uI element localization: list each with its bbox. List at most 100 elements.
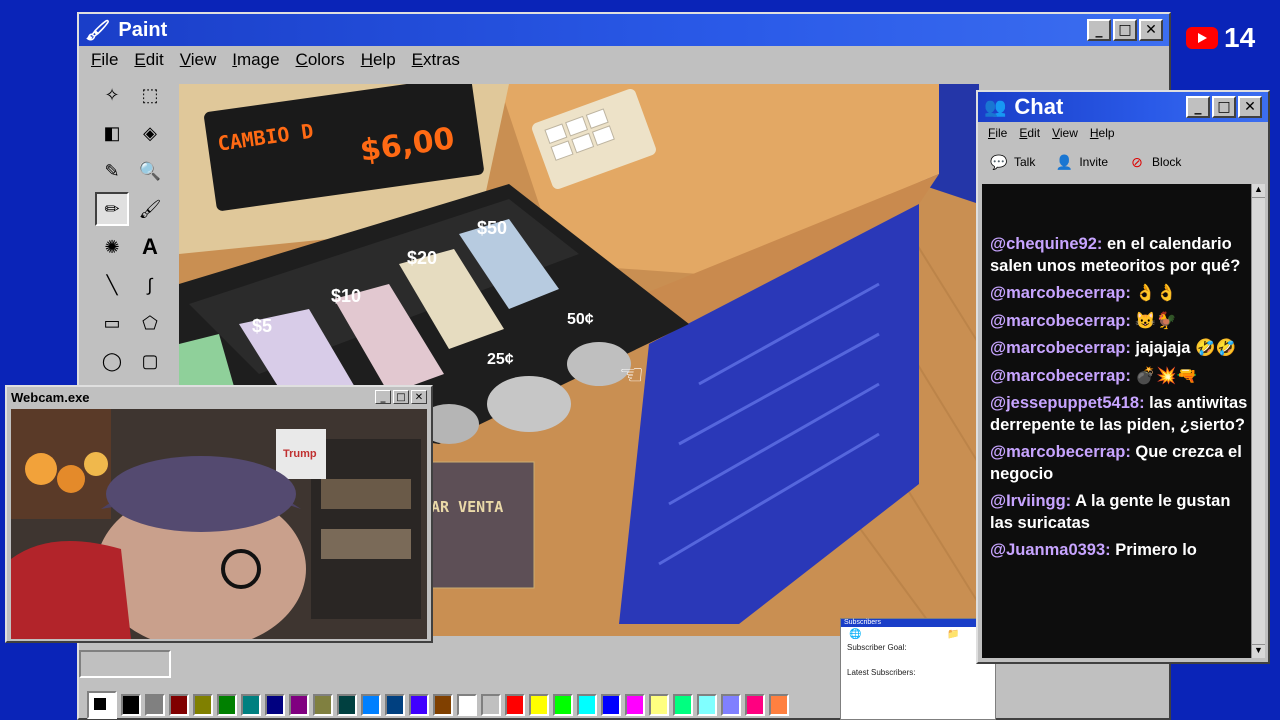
curve-icon[interactable]: ∫ xyxy=(133,268,167,302)
text-icon[interactable]: A xyxy=(133,230,167,264)
menu-image[interactable]: Image xyxy=(224,50,287,70)
rect-select-icon[interactable]: ⬚ xyxy=(133,78,167,112)
airbrush-icon[interactable]: ✺ xyxy=(95,230,129,264)
palette-swatch[interactable] xyxy=(625,694,645,716)
globe-icon: 🌐 xyxy=(849,629,862,640)
scroll-up-icon[interactable]: ▲ xyxy=(1252,184,1265,198)
palette-swatch[interactable] xyxy=(169,694,189,716)
palette-swatch[interactable] xyxy=(241,694,261,716)
webcam-title: Webcam.exe xyxy=(11,389,90,405)
paint-menubar: File Edit View Image Colors Help Extras xyxy=(79,46,1169,74)
webcam-minimize-button[interactable]: _ xyxy=(375,390,391,404)
palette-swatch[interactable] xyxy=(505,694,525,716)
chat-message: @Irviingg: A la gente le gustan las suri… xyxy=(990,492,1231,532)
chat-menu-help[interactable]: Help xyxy=(1084,126,1121,140)
palette-swatch[interactable] xyxy=(337,694,357,716)
chat-message: @jessepuppet5418: las antiwitas derrepen… xyxy=(990,394,1248,434)
paint-titlebar[interactable]: 🖌 Paint _ □ ✕ xyxy=(79,14,1169,46)
palette-swatch[interactable] xyxy=(529,694,549,716)
palette-swatch[interactable] xyxy=(409,694,429,716)
palette-swatch[interactable] xyxy=(457,694,477,716)
polygon-icon[interactable]: ⬠ xyxy=(133,306,167,340)
talk-icon: 💬 xyxy=(990,153,1008,170)
palette-swatch[interactable] xyxy=(601,694,621,716)
palette-swatch[interactable] xyxy=(745,694,765,716)
chat-close-button[interactable]: ✕ xyxy=(1238,96,1262,118)
chat-message: @marcobecerrap: jajajaja 🤣🤣 xyxy=(990,339,1237,357)
chat-minimize-button[interactable]: _ xyxy=(1186,96,1210,118)
palette-swatch[interactable] xyxy=(361,694,381,716)
palette-swatch[interactable] xyxy=(385,694,405,716)
hand-cursor-icon: ☜ xyxy=(619,359,644,390)
palette-swatch[interactable] xyxy=(313,694,333,716)
chat-window: 👥 Chat _ □ ✕ File Edit View Help 💬 Talk … xyxy=(976,90,1270,664)
palette-swatch[interactable] xyxy=(673,694,693,716)
palette-swatch[interactable] xyxy=(553,694,573,716)
webcam-titlebar[interactable]: Webcam.exe _ □ ✕ xyxy=(7,387,431,407)
palette-swatch[interactable] xyxy=(721,694,741,716)
invite-button[interactable]: 👤 Invite xyxy=(1053,152,1108,172)
palette-swatch[interactable] xyxy=(481,694,501,716)
status-bar xyxy=(79,650,171,678)
palette-swatch[interactable] xyxy=(121,694,141,716)
menu-colors[interactable]: Colors xyxy=(288,50,353,70)
talk-button[interactable]: 💬 Talk xyxy=(988,152,1035,172)
close-button[interactable]: ✕ xyxy=(1139,19,1163,41)
palette-swatch[interactable] xyxy=(577,694,597,716)
palette-swatch[interactable] xyxy=(769,694,789,716)
palette-swatch[interactable] xyxy=(697,694,717,716)
eraser-icon[interactable]: ◧ xyxy=(95,116,129,150)
current-color[interactable] xyxy=(87,691,117,719)
svg-text:25¢: 25¢ xyxy=(487,351,514,368)
menu-file[interactable]: File xyxy=(83,50,126,70)
webcam-window: Webcam.exe _ □ ✕ Trump xyxy=(5,385,433,643)
palette-swatch[interactable] xyxy=(145,694,165,716)
pencil-icon[interactable]: ✏ xyxy=(95,192,129,226)
ellipse-icon[interactable]: ◯ xyxy=(95,344,129,378)
chat-menu-edit[interactable]: Edit xyxy=(1013,126,1046,140)
youtube-count: 14 xyxy=(1224,22,1256,53)
chat-maximize-button[interactable]: □ xyxy=(1212,96,1236,118)
webcam-maximize-button[interactable]: □ xyxy=(393,390,409,404)
menu-view[interactable]: View xyxy=(172,50,225,70)
chat-log[interactable]: @chequine92: en el calendario salen unos… xyxy=(982,184,1258,658)
svg-text:$20: $20 xyxy=(407,248,437,268)
free-select-icon[interactable]: ✧ xyxy=(95,78,129,112)
palette-swatch[interactable] xyxy=(289,694,309,716)
block-button[interactable]: ⊘ Block xyxy=(1126,152,1181,172)
magnifier-icon[interactable]: 🔍 xyxy=(133,154,167,188)
fill-bucket-icon[interactable]: ◈ xyxy=(133,116,167,150)
rounded-rect-icon[interactable]: ▢ xyxy=(133,344,167,378)
svg-text:AR VENTA: AR VENTA xyxy=(431,498,503,516)
scroll-down-icon[interactable]: ▼ xyxy=(1252,644,1265,658)
palette-swatch[interactable] xyxy=(217,694,237,716)
brush-icon[interactable]: 🖌 xyxy=(133,192,167,226)
rectangle-icon[interactable]: ▭ xyxy=(95,306,129,340)
color-picker-icon[interactable]: ✎ xyxy=(95,154,129,188)
chat-message: @marcobecerrap: 😺🐓 xyxy=(990,311,1177,330)
line-icon[interactable]: ╲ xyxy=(95,268,129,302)
chat-menu-file[interactable]: File xyxy=(982,126,1013,140)
maximize-button[interactable]: □ xyxy=(1113,19,1137,41)
menu-help[interactable]: Help xyxy=(353,50,404,70)
chat-message: @Juanma0393: Primero lo xyxy=(990,541,1197,559)
chat-menu-view[interactable]: View xyxy=(1046,126,1084,140)
palette-swatch[interactable] xyxy=(433,694,453,716)
palette-swatch[interactable] xyxy=(265,694,285,716)
menu-extras[interactable]: Extras xyxy=(404,50,468,70)
paint-app-icon: 🖌 xyxy=(85,19,111,42)
color-palette xyxy=(87,690,793,720)
latest-subscribers-label: Latest Subscribers: xyxy=(847,668,916,677)
palette-swatch[interactable] xyxy=(193,694,213,716)
webcam-close-button[interactable]: ✕ xyxy=(411,390,427,404)
svg-text:50¢: 50¢ xyxy=(567,311,594,328)
chat-scrollbar[interactable]: ▲ ▼ xyxy=(1251,184,1265,658)
palette-swatch[interactable] xyxy=(649,694,669,716)
chat-titlebar[interactable]: 👥 Chat _ □ ✕ xyxy=(978,92,1268,122)
menu-edit[interactable]: Edit xyxy=(126,50,171,70)
minimize-button[interactable]: _ xyxy=(1087,19,1111,41)
svg-text:$10: $10 xyxy=(331,286,361,306)
chat-users-icon: 👥 xyxy=(984,96,1007,117)
subscribers-header: Subscribers xyxy=(841,619,995,627)
youtube-icon xyxy=(1186,27,1218,49)
